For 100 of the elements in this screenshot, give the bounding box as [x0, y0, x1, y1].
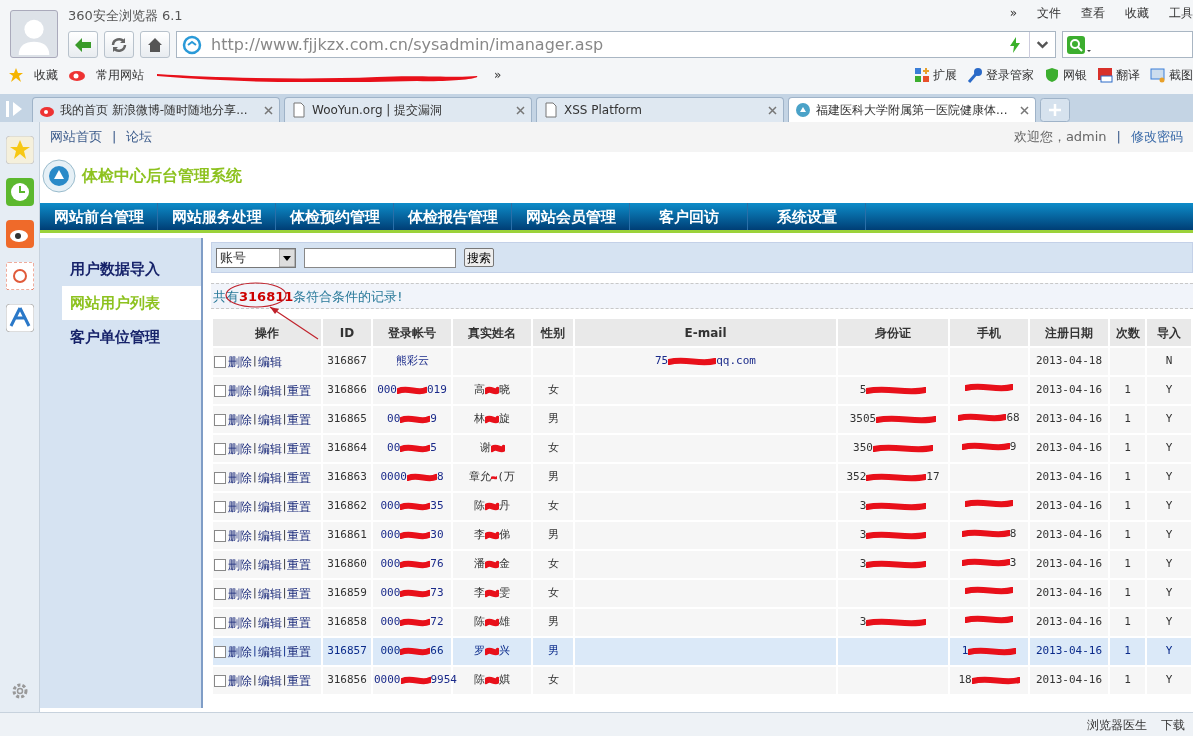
row-checkbox[interactable] — [214, 587, 226, 600]
toolbar-button[interactable]: 网银 — [1044, 66, 1087, 84]
table-row[interactable]: 删除|编辑|重置 316865 00 9 林 旋 男 3505 68 2013-04-16 1 Y — [212, 405, 1192, 434]
row-action-link[interactable]: 编辑 — [257, 671, 282, 690]
row-action-link[interactable]: 删除 — [228, 613, 252, 632]
column-header[interactable]: E-mail — [574, 318, 837, 347]
app-icon[interactable] — [5, 304, 34, 332]
toolbar-button[interactable]: 截图 — [1150, 66, 1193, 84]
nav-item[interactable]: 体检报告管理 — [394, 203, 512, 230]
row-action-link[interactable]: 重置 — [287, 381, 312, 400]
row-checkbox[interactable] — [214, 645, 226, 658]
row-action-link[interactable]: 删除 — [228, 352, 252, 371]
status-item[interactable]: 浏览器医生 — [1087, 715, 1147, 734]
menu-item[interactable]: 查看 — [1081, 4, 1105, 22]
row-action-link[interactable]: 编辑 — [257, 613, 282, 632]
search-button[interactable]: 搜索 — [464, 248, 494, 267]
row-checkbox[interactable] — [214, 355, 226, 368]
row-checkbox[interactable] — [214, 529, 226, 542]
nav-item[interactable]: 系统设置 — [748, 203, 866, 230]
row-checkbox[interactable] — [214, 674, 226, 687]
column-header[interactable]: ID — [322, 318, 372, 347]
row-action-link[interactable]: 编辑 — [257, 381, 282, 400]
row-action-link[interactable]: 重置 — [287, 671, 312, 690]
row-checkbox[interactable] — [214, 558, 226, 571]
row-action-link[interactable]: 删除 — [228, 642, 252, 661]
table-row[interactable]: 删除|编辑|重置 316866 000 019 高 晓 女 5 2013-04-16 1 Y — [212, 376, 1192, 405]
row-action-link[interactable]: 编辑 — [257, 497, 282, 516]
browser-tab[interactable]: 福建医科大学附属第一医院健康体... — [788, 97, 1036, 122]
top-link[interactable]: 论坛 — [126, 127, 153, 147]
browser-tab[interactable]: 我的首页 新浪微博-随时随地分享... — [32, 97, 280, 122]
column-header[interactable]: 导入 — [1146, 318, 1192, 347]
column-header[interactable]: 注册日期 — [1029, 318, 1109, 347]
star-icon[interactable] — [5, 136, 34, 164]
nav-item[interactable]: 客户回访 — [630, 203, 748, 230]
row-action-link[interactable]: 重置 — [287, 526, 312, 545]
menu-item[interactable]: » — [1009, 4, 1017, 22]
table-row[interactable]: 删除|编辑|重置 316859 000 73 李 雯 女 2013-04-16 1 Y — [212, 579, 1192, 608]
column-header[interactable]: 登录帐号 — [372, 318, 452, 347]
row-action-link[interactable]: 删除 — [228, 584, 252, 603]
row-action-link[interactable]: 重置 — [287, 613, 312, 632]
table-row[interactable]: 删除|编辑|重置 316862 000 35 陈 丹 女 3 2013-04-16 1 Y — [212, 492, 1192, 521]
nav-item[interactable]: 网站会员管理 — [512, 203, 630, 230]
home-button[interactable] — [140, 31, 170, 58]
row-action-link[interactable]: 编辑 — [257, 439, 282, 458]
column-header[interactable]: 性别 — [532, 318, 574, 347]
toolbar-button[interactable]: 翻译 — [1097, 66, 1140, 84]
row-action-link[interactable]: 删除 — [228, 526, 252, 545]
toolbar-button[interactable]: 扩展 — [914, 66, 957, 84]
browser-tab[interactable]: XSS Platform — [536, 97, 784, 122]
bookmark-link[interactable]: 常用网站 — [96, 66, 144, 84]
address-field[interactable]: http://www.fjjkzx.com.cn/sysadmin/imanager.asp — [207, 32, 1009, 57]
refresh-button[interactable] — [104, 31, 134, 58]
row-action-link[interactable]: 重置 — [287, 555, 312, 574]
table-row[interactable]: 删除|编辑|重置 316863 0000 8 章允 (万 男 352 17 2013-04-16 1 Y — [212, 463, 1192, 492]
row-action-link[interactable]: 删除 — [228, 439, 252, 458]
row-action-link[interactable]: 删除 — [228, 555, 252, 574]
row-checkbox[interactable] — [214, 500, 226, 513]
nav-item[interactable]: 网站前台管理 — [40, 203, 158, 230]
row-action-link[interactable]: 重置 — [287, 468, 312, 487]
back-button[interactable] — [68, 31, 98, 58]
row-action-link[interactable]: 重置 — [287, 410, 312, 429]
toolbar-button[interactable]: 登录管家 — [967, 66, 1034, 84]
search-input[interactable] — [304, 247, 456, 268]
table-row[interactable]: 删除|编辑|重置 316864 00 5 谢 女 350 9 2013-04-16 1 Y — [212, 434, 1192, 463]
row-action-link[interactable]: 编辑 — [257, 352, 282, 371]
row-action-link[interactable]: 编辑 — [257, 468, 282, 487]
row-action-link[interactable]: 重置 — [287, 584, 312, 603]
more-link[interactable]: » — [494, 66, 502, 84]
browser-tab[interactable]: WooYun.org | 提交漏洞 — [284, 97, 532, 122]
row-action-link[interactable]: 编辑 — [257, 526, 282, 545]
row-checkbox[interactable] — [214, 442, 226, 455]
row-action-link[interactable]: 删除 — [228, 410, 252, 429]
clock-icon[interactable] — [5, 178, 34, 206]
table-row[interactable]: 删除|编辑|重置 316858 000 72 陈 雄 男 3 2013-04-16 1 Y — [212, 608, 1192, 637]
table-row[interactable]: 删除|编辑|重置 316857 000 66 罗 兴 男 1 2013-04-16 1 Y — [212, 637, 1192, 666]
row-action-link[interactable]: 删除 — [228, 497, 252, 516]
menu-item[interactable]: 文件 — [1037, 4, 1061, 22]
field-select[interactable]: 账号 — [216, 247, 296, 268]
address-bar[interactable]: http://www.fjjkzx.com.cn/sysadmin/imanager.asp — [176, 31, 1056, 58]
table-row[interactable]: 删除|编辑 316867 熊彩云 75 qq.com 2013-04-18 N — [212, 347, 1192, 376]
column-header[interactable]: 次数 — [1109, 318, 1146, 347]
settings-icon[interactable] — [10, 682, 29, 700]
column-header[interactable]: 真实姓名 — [452, 318, 532, 347]
row-action-link[interactable]: 编辑 — [257, 584, 282, 603]
row-checkbox[interactable] — [214, 413, 226, 426]
new-tab-icon[interactable] — [1040, 98, 1070, 122]
row-action-link[interactable]: 编辑 — [257, 555, 282, 574]
row-action-link[interactable]: 删除 — [228, 381, 252, 400]
top-link[interactable]: 网站首页 — [50, 127, 102, 147]
row-action-link[interactable]: 删除 — [228, 671, 252, 690]
row-action-link[interactable]: 编辑 — [257, 410, 282, 429]
row-checkbox[interactable] — [214, 471, 226, 484]
row-checkbox[interactable] — [214, 384, 226, 397]
column-header[interactable]: 身份证 — [837, 318, 949, 347]
nav-item[interactable]: 体检预约管理 — [276, 203, 394, 230]
menu-item[interactable]: 工具 — [1169, 4, 1193, 22]
column-header[interactable]: 操作 — [212, 318, 322, 347]
table-row[interactable]: 删除|编辑|重置 316856 0000 9954 陈 娸 女 18 2013-04-16 1 Y — [212, 666, 1192, 695]
row-action-link[interactable]: 删除 — [228, 468, 252, 487]
row-action-link[interactable]: 重置 — [287, 642, 312, 661]
